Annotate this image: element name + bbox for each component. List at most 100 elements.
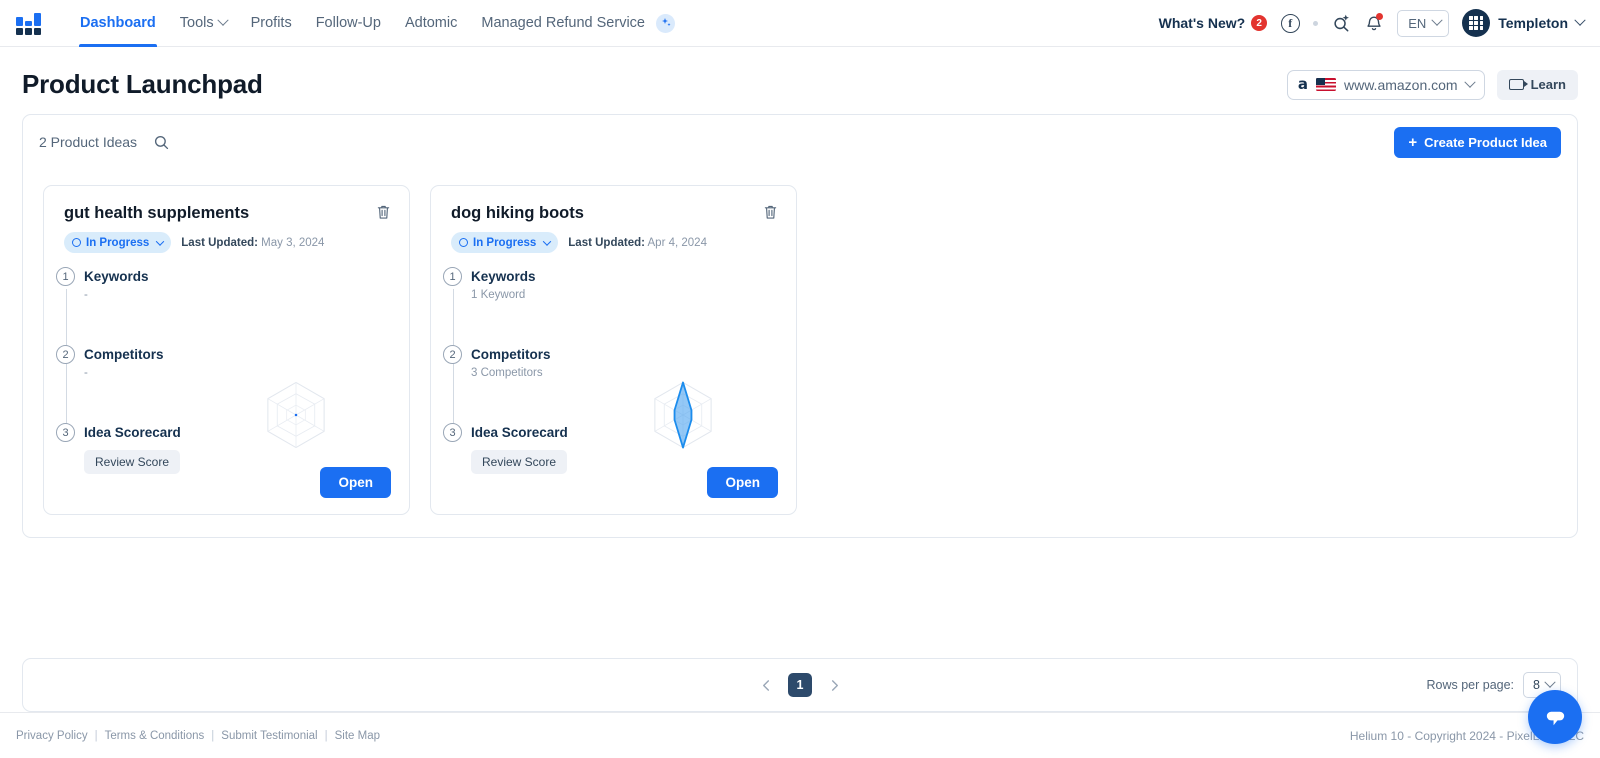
footer-links: Privacy Policy | Terms & Conditions | Su…	[16, 730, 380, 742]
pagination-bar: 1 Rows per page: 8	[22, 658, 1578, 712]
nav-item-follow-up[interactable]: Follow-Up	[304, 0, 393, 46]
idea-scorecard-radar-chart	[267, 381, 325, 449]
step-subtext: 1 Keyword	[471, 289, 526, 301]
status-label: In Progress	[473, 236, 537, 249]
step-connector-line	[452, 289, 454, 441]
open-button[interactable]: Open	[320, 467, 391, 498]
user-name-label: Templeton	[1498, 15, 1568, 31]
card-title: dog hiking boots	[451, 204, 584, 222]
step-subtext: -	[84, 367, 88, 379]
language-label: EN	[1408, 15, 1427, 31]
app-root: Dashboard Tools Profits Follow-Up Adtomi…	[0, 0, 1600, 758]
ai-sparkle-icon	[656, 13, 675, 33]
marketplace-selector[interactable]: a www.amazon.com	[1286, 69, 1485, 100]
footer-link-site-map[interactable]: Site Map	[335, 730, 380, 742]
step-number: 3	[443, 423, 462, 442]
last-updated-label: Last Updated:	[568, 236, 645, 249]
magic-search-icon[interactable]	[1331, 13, 1351, 33]
panel-toolbar: 2 Product Ideas + Create Product Idea	[23, 115, 1577, 169]
step-subtext: 3 Competitors	[471, 367, 543, 379]
nav-label-adtomic: Adtomic	[404, 15, 458, 31]
whats-new-button[interactable]: What's New? 2	[1159, 15, 1268, 31]
step-number: 3	[56, 423, 75, 442]
page-number-1[interactable]: 1	[788, 673, 812, 697]
footer-link-submit-testimonial[interactable]: Submit Testimonial	[221, 730, 317, 742]
product-ideas-panel: 2 Product Ideas + Create Product Idea gu…	[22, 114, 1578, 538]
open-button[interactable]: Open	[707, 467, 778, 498]
create-product-idea-label: Create Product Idea	[1424, 134, 1547, 150]
chevron-down-icon	[1431, 14, 1443, 26]
nav-label-profits: Profits	[250, 15, 292, 31]
nav-item-dashboard[interactable]: Dashboard	[68, 0, 168, 47]
step-label: Idea Scorecard	[84, 425, 181, 440]
avatar	[1462, 9, 1491, 37]
marketplace-name: www.amazon.com	[1344, 76, 1458, 93]
nav-label-follow-up: Follow-Up	[315, 15, 381, 31]
step-subtext: -	[84, 289, 88, 301]
step-label: Competitors	[471, 347, 551, 362]
last-updated: Last Updated: Apr 4, 2024	[568, 237, 707, 249]
whats-new-badge: 2	[1251, 15, 1268, 31]
card-meta: In Progress Last Updated: Apr 4, 2024	[443, 232, 778, 253]
status-label: In Progress	[86, 236, 150, 249]
whats-new-label: What's New?	[1158, 15, 1246, 31]
rows-per-page-value: 8	[1533, 678, 1540, 692]
delete-icon[interactable]	[763, 204, 778, 220]
learn-label: Learn	[1530, 77, 1566, 92]
step-competitors[interactable]: 2 Competitors -	[56, 345, 391, 379]
step-number: 1	[56, 267, 75, 286]
status-badge[interactable]: In Progress	[451, 232, 559, 253]
next-page-icon[interactable]	[824, 675, 844, 695]
step-keywords[interactable]: 1 Keywords 1 Keyword	[443, 267, 778, 301]
create-product-idea-button[interactable]: + Create Product Idea	[1394, 126, 1561, 158]
page-header-actions: a www.amazon.com Learn	[1286, 69, 1578, 100]
notifications-bell-icon[interactable]	[1364, 13, 1384, 33]
card-meta: In Progress Last Updated: May 3, 2024	[56, 232, 391, 253]
status-badge[interactable]: In Progress	[64, 232, 172, 253]
nav-item-managed-refund-service[interactable]: Managed Refund Service	[469, 0, 687, 46]
footer-separator: |	[211, 729, 215, 742]
chevron-down-icon	[1574, 14, 1586, 26]
step-label: Keywords	[471, 269, 536, 284]
nav-item-adtomic[interactable]: Adtomic	[393, 0, 469, 46]
footer-link-terms-conditions[interactable]: Terms & Conditions	[105, 730, 205, 742]
nav-item-profits[interactable]: Profits	[239, 0, 304, 46]
product-ideas-count: 2 Product Ideas	[39, 134, 138, 150]
last-updated-value: Apr 4, 2024	[647, 236, 707, 249]
pager: 1	[756, 673, 844, 697]
helium10-logo-icon[interactable]	[16, 11, 46, 35]
amazon-logo-icon: a	[1297, 75, 1308, 93]
chat-bubble-icon	[1546, 711, 1564, 725]
step-label: Competitors	[84, 347, 164, 362]
facebook-icon[interactable]: f	[1280, 13, 1300, 33]
product-idea-card[interactable]: dog hiking boots In Progress Last Update…	[430, 185, 797, 515]
footer-separator: |	[324, 729, 328, 742]
product-idea-card[interactable]: gut health supplements In Progress Last …	[43, 185, 410, 515]
chevron-down-icon	[543, 236, 552, 246]
chat-widget-button[interactable]	[1528, 690, 1582, 744]
status-circle-icon	[459, 238, 468, 247]
step-connector-line	[65, 289, 67, 441]
rows-per-page-label: Rows per page:	[1426, 678, 1515, 692]
step-number: 1	[443, 267, 462, 286]
card-title: gut health supplements	[64, 204, 250, 222]
card-steps: 1 Keywords 1 Keyword 2 Competitors 3 Com…	[443, 267, 778, 474]
review-score-button[interactable]: Review Score	[471, 450, 568, 474]
delete-icon[interactable]	[376, 204, 391, 220]
user-menu[interactable]: Templeton	[1462, 9, 1586, 37]
learn-button[interactable]: Learn	[1496, 69, 1578, 100]
idea-scorecard-radar-chart	[654, 381, 712, 449]
card-steps: 1 Keywords - 2 Competitors - 3 Idea Scor…	[56, 267, 391, 474]
search-icon[interactable]	[153, 134, 170, 151]
language-selector[interactable]: EN	[1397, 9, 1450, 37]
nav-item-tools[interactable]: Tools	[168, 0, 239, 46]
footer-link-privacy-policy[interactable]: Privacy Policy	[16, 730, 88, 742]
chevron-down-icon	[1463, 76, 1476, 88]
previous-page-icon[interactable]	[756, 675, 776, 695]
review-score-button[interactable]: Review Score	[84, 450, 181, 474]
product-idea-cards: gut health supplements In Progress Last …	[23, 169, 1577, 537]
main-content: 2 Product Ideas + Create Product Idea gu…	[0, 114, 1600, 646]
step-keywords[interactable]: 1 Keywords -	[56, 267, 391, 301]
step-competitors[interactable]: 2 Competitors 3 Competitors	[443, 345, 778, 379]
us-flag-icon	[1316, 78, 1336, 91]
